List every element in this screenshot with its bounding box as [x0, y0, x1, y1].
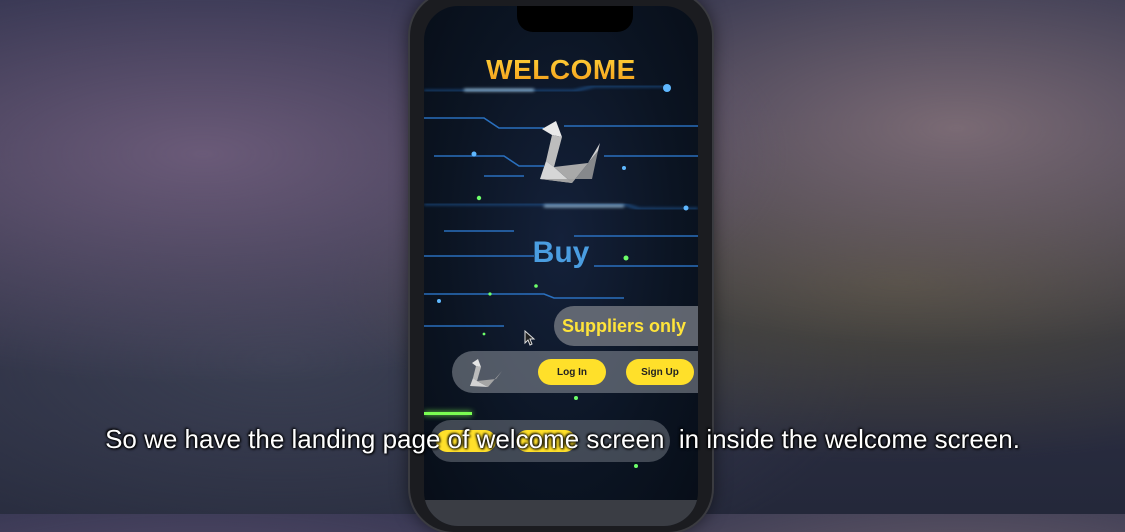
- phone-notch: [517, 6, 633, 32]
- mouse-cursor-icon: [524, 330, 536, 346]
- log-in-label: Log In: [557, 366, 587, 378]
- green-accent-line: [424, 412, 472, 415]
- sign-up-button[interactable]: Sign Up: [626, 359, 694, 385]
- video-frame: WELCOME Buy Suppliers only Log In Sign U…: [0, 0, 1125, 532]
- origami-swan-icon: [470, 359, 502, 387]
- suppliers-only-button[interactable]: Suppliers only: [554, 306, 698, 346]
- log-in-button[interactable]: Log In: [538, 359, 606, 385]
- origami-swan-icon: [540, 121, 600, 183]
- video-subtitle: So we have the landing page of welcome s…: [105, 424, 1020, 454]
- buy-heading[interactable]: Buy: [424, 236, 698, 270]
- suppliers-only-label: Suppliers only: [562, 315, 687, 336]
- welcome-title: WELCOME: [424, 54, 698, 86]
- bottom-bar: [424, 500, 698, 526]
- auth-bar: Log In Sign Up: [452, 351, 698, 393]
- sign-up-label: Sign Up: [641, 366, 679, 378]
